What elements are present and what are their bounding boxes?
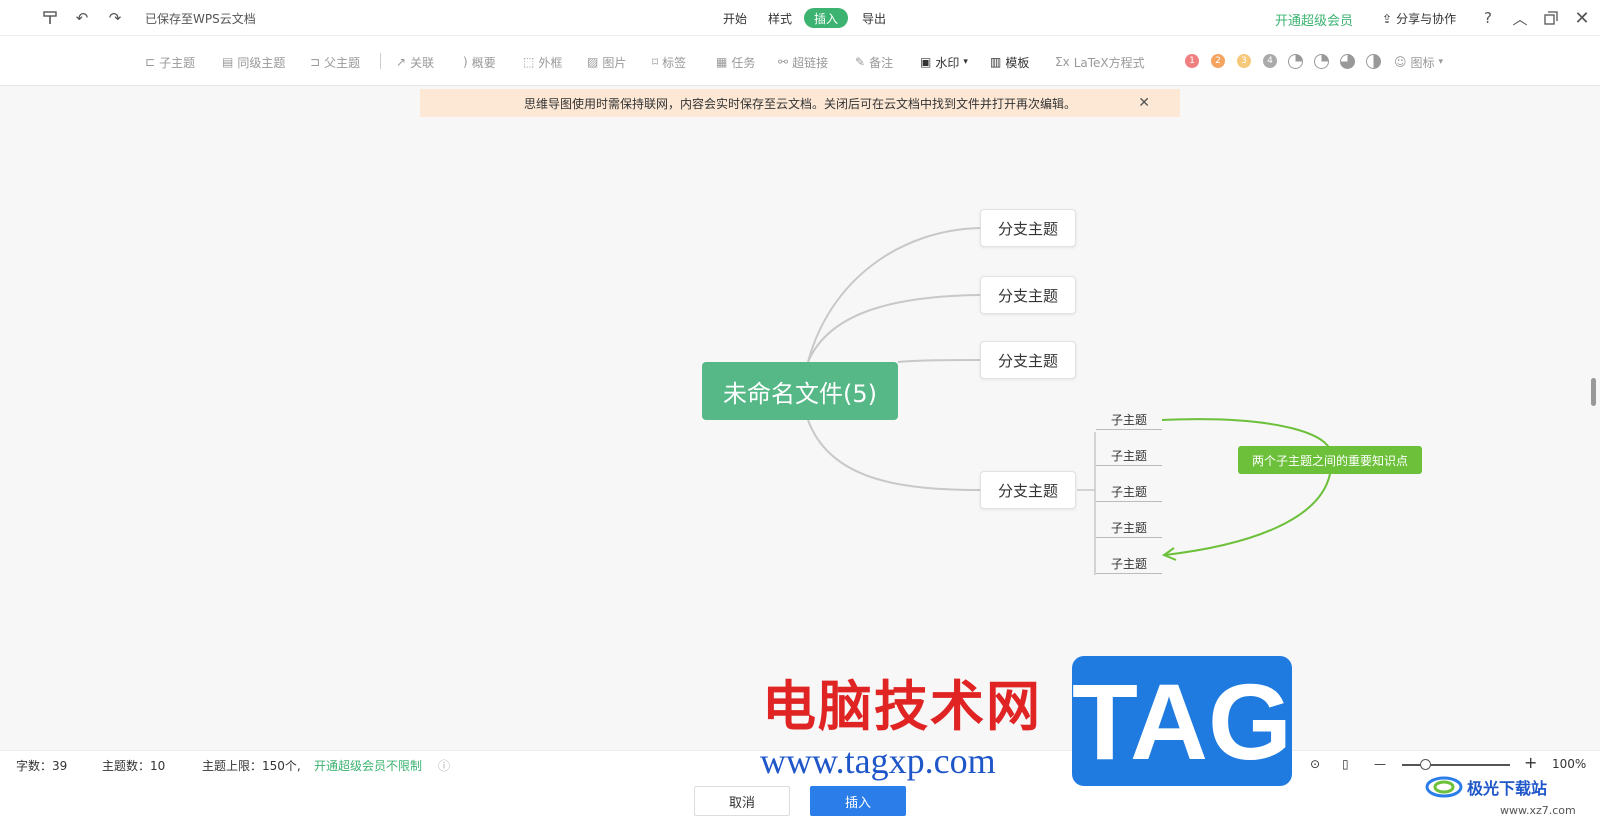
close-icon[interactable]: ✕	[1138, 95, 1150, 111]
subtopic[interactable]: 子主题	[1096, 482, 1162, 502]
subtopic[interactable]: 子主题	[1096, 446, 1162, 466]
watermark-url: www.tagxp.com	[760, 741, 996, 781]
zoom-slider-track[interactable]	[1402, 764, 1510, 766]
vip-unlimited-link[interactable]: 开通超级会员不限制	[314, 757, 422, 774]
topic-limit: 主题上限：150个,	[202, 759, 301, 773]
cancel-button[interactable]: 取消	[694, 786, 790, 816]
subtopic[interactable]: 子主题	[1096, 554, 1162, 574]
jg-watermark: 极光下载站	[1425, 774, 1547, 800]
relation-label[interactable]: 两个子主题之间的重要知识点	[1238, 446, 1422, 474]
subtopic[interactable]: 子主题	[1096, 518, 1162, 538]
zoom-level: 100%	[1552, 757, 1587, 771]
branch-topic[interactable]: 分支主题	[980, 276, 1076, 314]
branch-topic[interactable]: 分支主题	[980, 209, 1076, 247]
jg-logo-icon	[1425, 776, 1463, 798]
notice-text: 思维导图使用时需保持联网，内容会实时保存至云文档。关闭后可在云文档中找到文件并打…	[523, 96, 1076, 111]
jg-cn-text: 极光下载站	[1467, 779, 1548, 798]
site-watermark: 电脑技术网 www.tagxp.com TAG	[746, 652, 1292, 786]
map-icon[interactable]: ▯	[1342, 757, 1349, 771]
zoom-out-icon[interactable]: —	[1374, 757, 1386, 771]
network-notice-banner: 思维导图使用时需保持联网，内容会实时保存至云文档。关闭后可在云文档中找到文件并打…	[420, 89, 1180, 117]
insert-button[interactable]: 插入	[810, 786, 906, 816]
jg-url-text: www.xz7.com	[1500, 804, 1576, 817]
central-topic[interactable]: 未命名文件(5)	[702, 362, 898, 420]
word-count: 字数：39	[16, 759, 68, 773]
subtopic[interactable]: 子主题	[1096, 410, 1162, 430]
topic-count: 主题数：10	[102, 759, 166, 773]
branch-topic[interactable]: 分支主题	[980, 341, 1076, 379]
vertical-scrollbar[interactable]	[1591, 378, 1596, 406]
watermark-cn-text: 电脑技术网	[762, 674, 1042, 738]
locate-icon[interactable]: ⊙	[1310, 757, 1320, 771]
zoom-slider-handle[interactable]	[1420, 759, 1431, 770]
info-icon[interactable]: ⓘ	[438, 757, 450, 774]
watermark-tag-logo: TAG	[1072, 656, 1292, 786]
zoom-in-icon[interactable]: +	[1524, 753, 1537, 772]
branch-topic[interactable]: 分支主题	[980, 471, 1076, 509]
